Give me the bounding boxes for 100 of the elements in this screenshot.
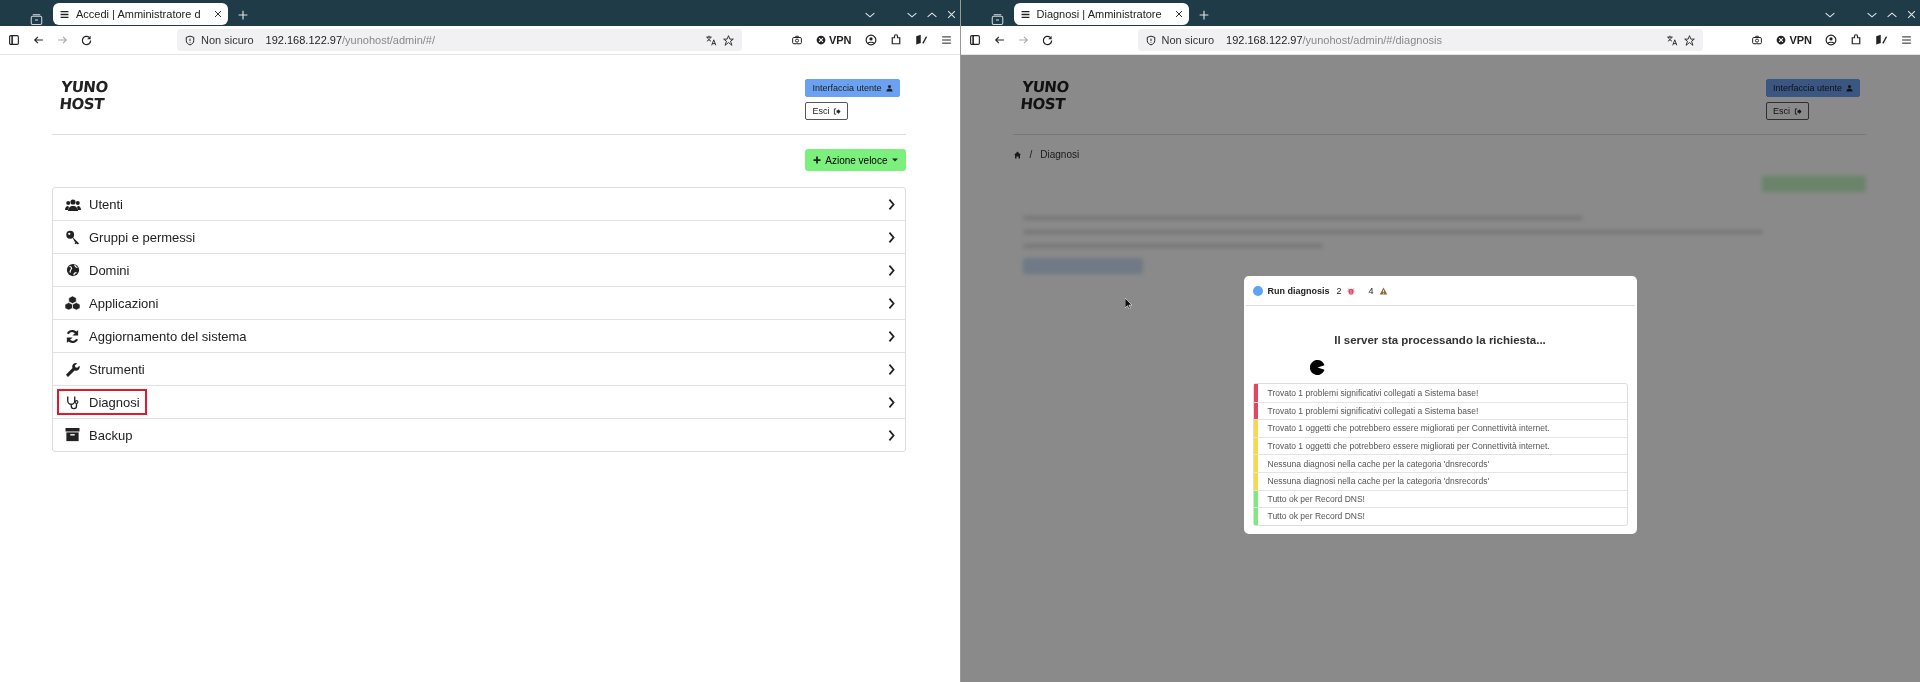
shield-icon <box>185 34 195 46</box>
warning-count: 4 <box>1368 285 1374 296</box>
vpn-button[interactable]: VPN <box>1776 34 1812 46</box>
close-icon <box>946 10 956 19</box>
shield-icon <box>1145 34 1156 46</box>
favicon-icon <box>1019 9 1031 19</box>
cubes-icon <box>64 295 81 311</box>
new-tab-icon <box>1198 10 1209 20</box>
sign-out-icon <box>1793 107 1802 115</box>
menu-item[interactable]: Strumenti <box>57 356 152 382</box>
close-icon <box>1174 10 1183 18</box>
menu-item[interactable]: Applicazioni <box>57 290 166 316</box>
translate-icon <box>705 34 717 46</box>
stethoscope-icon <box>65 394 80 410</box>
status-dot-icon <box>1252 285 1263 296</box>
new-tab-icon <box>238 10 248 20</box>
chevron-down-icon <box>864 11 875 18</box>
vpn-icon <box>815 35 826 45</box>
chevron-right-icon <box>887 297 895 309</box>
caret-icon <box>891 158 898 162</box>
key-icon <box>64 229 81 245</box>
forward-icon <box>57 35 68 45</box>
tab-group-icon <box>30 14 43 26</box>
logout-button[interactable]: Esci <box>1765 102 1809 120</box>
logout-button[interactable]: Esci <box>805 102 849 120</box>
error-count: 2 <box>1336 285 1342 296</box>
spinner-icon <box>1309 360 1325 375</box>
dialog-title: Run diagnosis <box>1267 285 1330 296</box>
user-icon <box>885 84 893 92</box>
user-icon <box>1846 84 1853 92</box>
sidebar-icon <box>8 35 20 45</box>
menu-item[interactable]: Aggiornamento del sistema <box>57 323 254 349</box>
url-text: 192.168.122.97/yunohost/admin/#/diagnosis <box>1226 34 1443 46</box>
menu-item[interactable]: Backup <box>57 422 140 448</box>
close-icon <box>1907 10 1916 19</box>
favicon-icon <box>59 9 70 19</box>
log-message: Trovato 1 oggetti che potrebbero essere migliorati per Connettività internet. <box>1267 441 1550 452</box>
chevron-right-icon <box>887 429 895 441</box>
logo[interactable]: YUNO HOST <box>57 79 109 120</box>
log-message: Nessuna diagnosi nella cache per la categoria 'dnsrecords' <box>1267 476 1490 487</box>
tab-group-icon <box>990 14 1004 26</box>
logo[interactable]: YUNO HOST <box>1018 79 1069 120</box>
chevron-right-icon <box>887 198 895 210</box>
security-label[interactable]: Non sicuro <box>1161 34 1215 46</box>
vpn-button[interactable]: VPN <box>815 34 852 46</box>
log-message: Nessuna diagnosi nella cache per la categoria 'dnsrecords' <box>1267 458 1490 469</box>
quick-action-button[interactable]: Azione veloce <box>805 149 906 171</box>
log-message: Tutto ok per Record DNS! <box>1267 493 1365 504</box>
reload-icon <box>81 34 92 46</box>
user-interface-button[interactable]: Interfaccia utente <box>805 79 900 97</box>
address-bar[interactable]: Non sicuro 192.168.122.97/yunohost/admin/#/ <box>177 29 742 51</box>
star-icon <box>1683 34 1695 46</box>
chevron-down-icon <box>1825 11 1835 18</box>
forward-icon <box>1017 35 1029 45</box>
close-icon <box>214 10 222 18</box>
back-icon <box>33 35 44 45</box>
breadcrumb-current: Diagnosi <box>1040 149 1080 160</box>
account-icon <box>1825 34 1837 46</box>
address-bar[interactable]: Non sicuro 192.168.122.97/yunohost/admin/#/diagnosis <box>1137 29 1703 51</box>
breadcrumb-separator: / <box>1029 149 1033 160</box>
browser-tab[interactable]: Diagnosi | Amministratore <box>1013 3 1189 25</box>
menu-item[interactable]: Diagnosi <box>57 389 147 415</box>
menu-item[interactable]: Domini <box>57 257 137 283</box>
processing-message: Il server sta processando la richiesta... <box>1333 334 1547 346</box>
bug-icon <box>1346 286 1355 295</box>
log-message: Tutto ok per Record DNS! <box>1267 511 1365 522</box>
cursor-icon <box>1124 298 1133 309</box>
reload-icon <box>1041 34 1053 46</box>
extensions-icon <box>1850 34 1862 46</box>
camera-icon <box>790 35 803 45</box>
pen-icon <box>914 34 928 46</box>
wrench-icon <box>65 361 80 377</box>
menu-item[interactable]: Utenti <box>57 191 130 217</box>
browser-tab[interactable]: Accedi | Amministratore d <box>53 3 228 25</box>
star-icon <box>723 34 734 46</box>
refresh-icon <box>65 328 80 344</box>
users-icon <box>64 197 81 211</box>
chevron-right-icon <box>887 264 895 276</box>
log-message: Trovato 1 oggetti che potrebbero essere migliorati per Connettività internet. <box>1267 423 1550 434</box>
chevron-right-icon <box>887 363 895 375</box>
camera-icon <box>1751 35 1764 45</box>
menu-icon <box>1901 35 1912 45</box>
warning-icon <box>1378 286 1388 295</box>
maximize-icon <box>926 11 937 18</box>
minimize-icon <box>1867 11 1877 18</box>
security-label[interactable]: Non sicuro <box>201 34 254 46</box>
log-message: Trovato 1 problemi significativi collegati a Sistema base! <box>1267 387 1479 398</box>
account-icon <box>864 34 877 46</box>
minimize-icon <box>906 11 917 18</box>
menu-item[interactable]: Gruppi e permessi <box>57 224 203 250</box>
chevron-right-icon <box>887 231 895 243</box>
plus-icon <box>813 156 822 164</box>
globe-icon <box>65 263 80 277</box>
back-icon <box>993 35 1005 45</box>
archive-icon <box>65 428 80 442</box>
menu-icon <box>940 35 952 45</box>
chevron-right-icon <box>887 330 895 342</box>
extensions-icon <box>889 34 902 46</box>
sign-out-icon <box>833 107 842 115</box>
pen-icon <box>1875 34 1888 46</box>
